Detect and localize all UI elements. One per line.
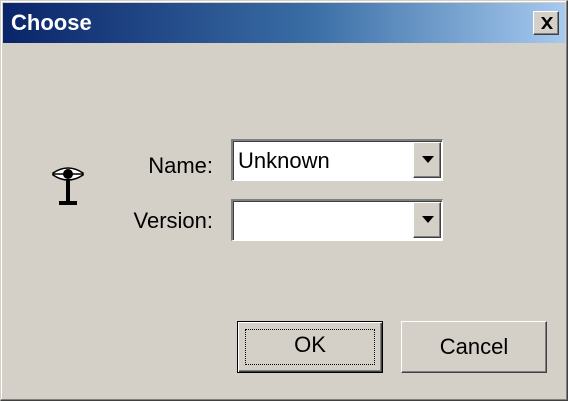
ok-label: OK [294,332,326,357]
antenna-icon [52,167,84,205]
chevron-down-icon [422,216,434,223]
version-dropdown-button[interactable] [413,202,441,238]
cancel-label: Cancel [439,334,509,359]
cancel-button[interactable]: Cancel [401,321,547,373]
version-combobox[interactable] [231,199,443,241]
close-icon [541,17,553,29]
window-title: Choose [11,10,92,35]
ok-button[interactable]: OK [237,321,383,373]
chevron-down-icon [422,156,434,163]
name-dropdown-button[interactable] [413,142,441,178]
version-label: Version: [133,208,214,233]
title-bar[interactable]: Choose [3,3,565,43]
name-label: Name: [148,153,213,178]
choose-dialog: Choose Name: Unknown Version: OK Cancel [0,0,568,401]
name-value: Unknown [238,148,330,173]
name-combobox[interactable]: Unknown [231,139,443,181]
close-button[interactable] [533,11,559,35]
